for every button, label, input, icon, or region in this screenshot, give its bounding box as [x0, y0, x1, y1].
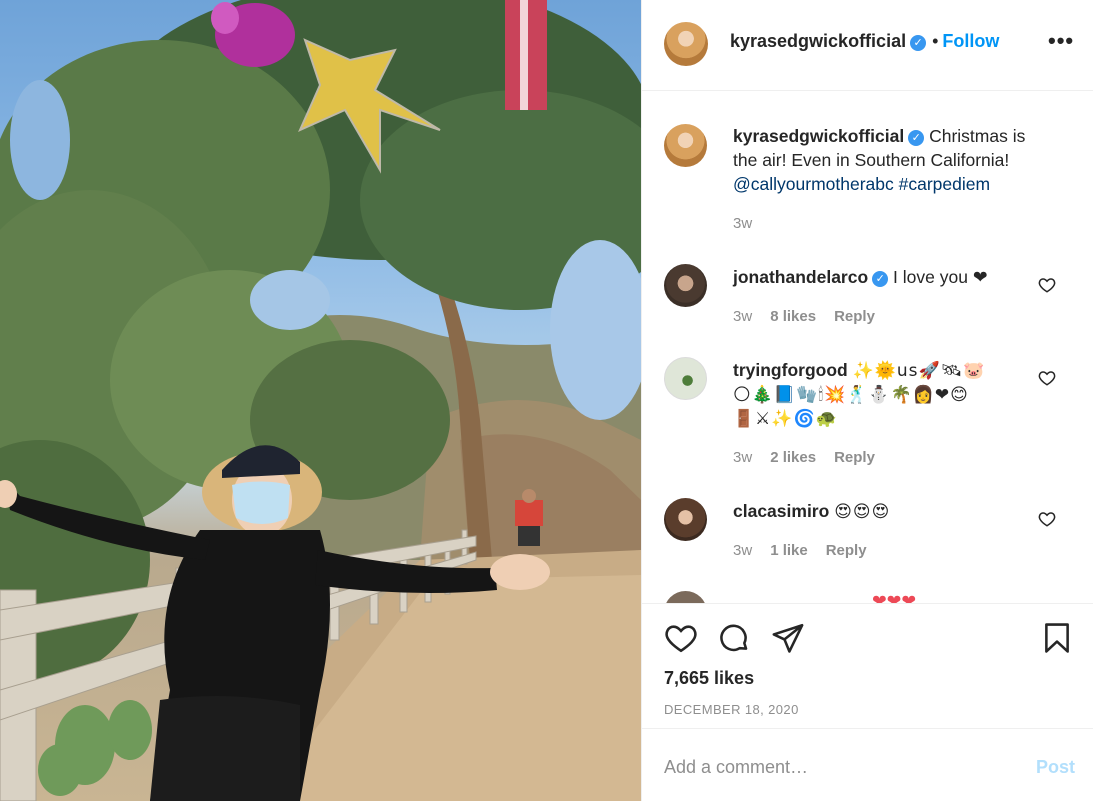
- like-count[interactable]: 7,665 likes: [664, 668, 754, 689]
- comment-time: 3w: [733, 542, 753, 559]
- comment-meta: 3w 8 likes Reply: [733, 308, 875, 325]
- caption-text: kyrasedgwickofficial ✓ Christmas is the a…: [733, 124, 1043, 196]
- author-username[interactable]: kyrasedgwickofficial: [730, 31, 906, 51]
- share-icon[interactable]: [771, 621, 805, 655]
- more-options-icon[interactable]: •••: [1048, 28, 1074, 54]
- reply-button[interactable]: Reply: [834, 449, 875, 466]
- caption-time: 3w: [733, 215, 753, 232]
- like-comment-heart-icon[interactable]: [1038, 510, 1056, 528]
- comment-username[interactable]: clacasimiro: [733, 501, 829, 521]
- bookmark-icon[interactable]: [1040, 621, 1074, 655]
- heart-icon[interactable]: [664, 621, 698, 655]
- verified-badge-icon: ✓: [910, 35, 927, 51]
- verified-badge-icon: ✓: [908, 130, 925, 146]
- comment-likes[interactable]: 1 like: [770, 542, 808, 559]
- reply-button[interactable]: Reply: [826, 542, 867, 559]
- comment-body: ❤❤❤: [872, 591, 916, 603]
- comment-body: ✨🌞us🚀🛰🐷: [852, 361, 986, 381]
- comment-text: jonathandelarco ✓ I love you ❤: [733, 265, 1043, 289]
- avatar[interactable]: [664, 357, 707, 400]
- avatar[interactable]: [664, 264, 707, 307]
- caption-username[interactable]: kyrasedgwickofficial: [733, 126, 904, 146]
- comment-icon[interactable]: [717, 621, 751, 655]
- post-detail-panel: kyrasedgwickofficial ✓ • Follow ••• kyrased…: [641, 0, 1093, 801]
- comment-input[interactable]: Add a comment…: [664, 757, 808, 778]
- avatar[interactable]: [664, 22, 708, 66]
- post-header: kyrasedgwickofficial ✓ • Follow •••: [642, 0, 1093, 91]
- post-photo[interactable]: [0, 0, 641, 801]
- comment-body: I love you ❤: [893, 267, 988, 287]
- comment-username[interactable]: jonathandelarco: [733, 267, 868, 287]
- avatar[interactable]: [664, 498, 707, 541]
- post-actions: 7,665 likes DECEMBER 18, 2020: [642, 603, 1093, 728]
- like-comment-heart-icon[interactable]: [1038, 276, 1056, 294]
- post-photo-illustration: [0, 0, 641, 801]
- comment-time: 3w: [733, 449, 753, 466]
- comment-body: 😍😍😍: [834, 502, 891, 522]
- mention-link[interactable]: @callyourmotherabc: [733, 174, 894, 194]
- comment-username[interactable]: tryingforgood: [733, 360, 848, 380]
- like-comment-heart-icon[interactable]: [1038, 369, 1056, 387]
- comment-body-line: 🌕🎄📘🧤🕯💥🕺⛄🌴👩❤😊: [733, 385, 969, 405]
- comment-text: tryingforgood ✨🌞us🚀🛰🐷 🌕🎄📘🧤🕯💥🕺⛄🌴👩❤😊 🚪⚔✨🌀🐢: [733, 358, 1043, 431]
- comment-meta: 3w 1 like Reply: [733, 542, 867, 559]
- comment-text: clacasimiro 😍😍😍: [733, 499, 1043, 524]
- comment-meta: 3w 2 likes Reply: [733, 449, 875, 466]
- comment-likes[interactable]: 2 likes: [770, 449, 816, 466]
- header-separator: •: [932, 31, 939, 51]
- follow-button[interactable]: Follow: [942, 31, 999, 51]
- avatar[interactable]: [664, 591, 707, 603]
- hashtag-link[interactable]: #carpediem: [899, 174, 990, 194]
- post-author: kyrasedgwickofficial ✓ • Follow: [730, 31, 999, 52]
- post-date: DECEMBER 18, 2020: [664, 702, 799, 717]
- post-comment-button[interactable]: Post: [1036, 757, 1075, 778]
- comment-likes[interactable]: 8 likes: [770, 308, 816, 325]
- reply-button[interactable]: Reply: [834, 308, 875, 325]
- avatar[interactable]: [664, 124, 707, 167]
- add-comment-bar: Add a comment… Post: [642, 728, 1093, 801]
- verified-badge-icon: ✓: [872, 271, 889, 287]
- comments-list[interactable]: kyrasedgwickofficial ✓ Christmas is the a…: [642, 91, 1093, 603]
- comment-time: 3w: [733, 308, 753, 325]
- comment-body-line: 🚪⚔✨🌀🐢: [733, 409, 838, 429]
